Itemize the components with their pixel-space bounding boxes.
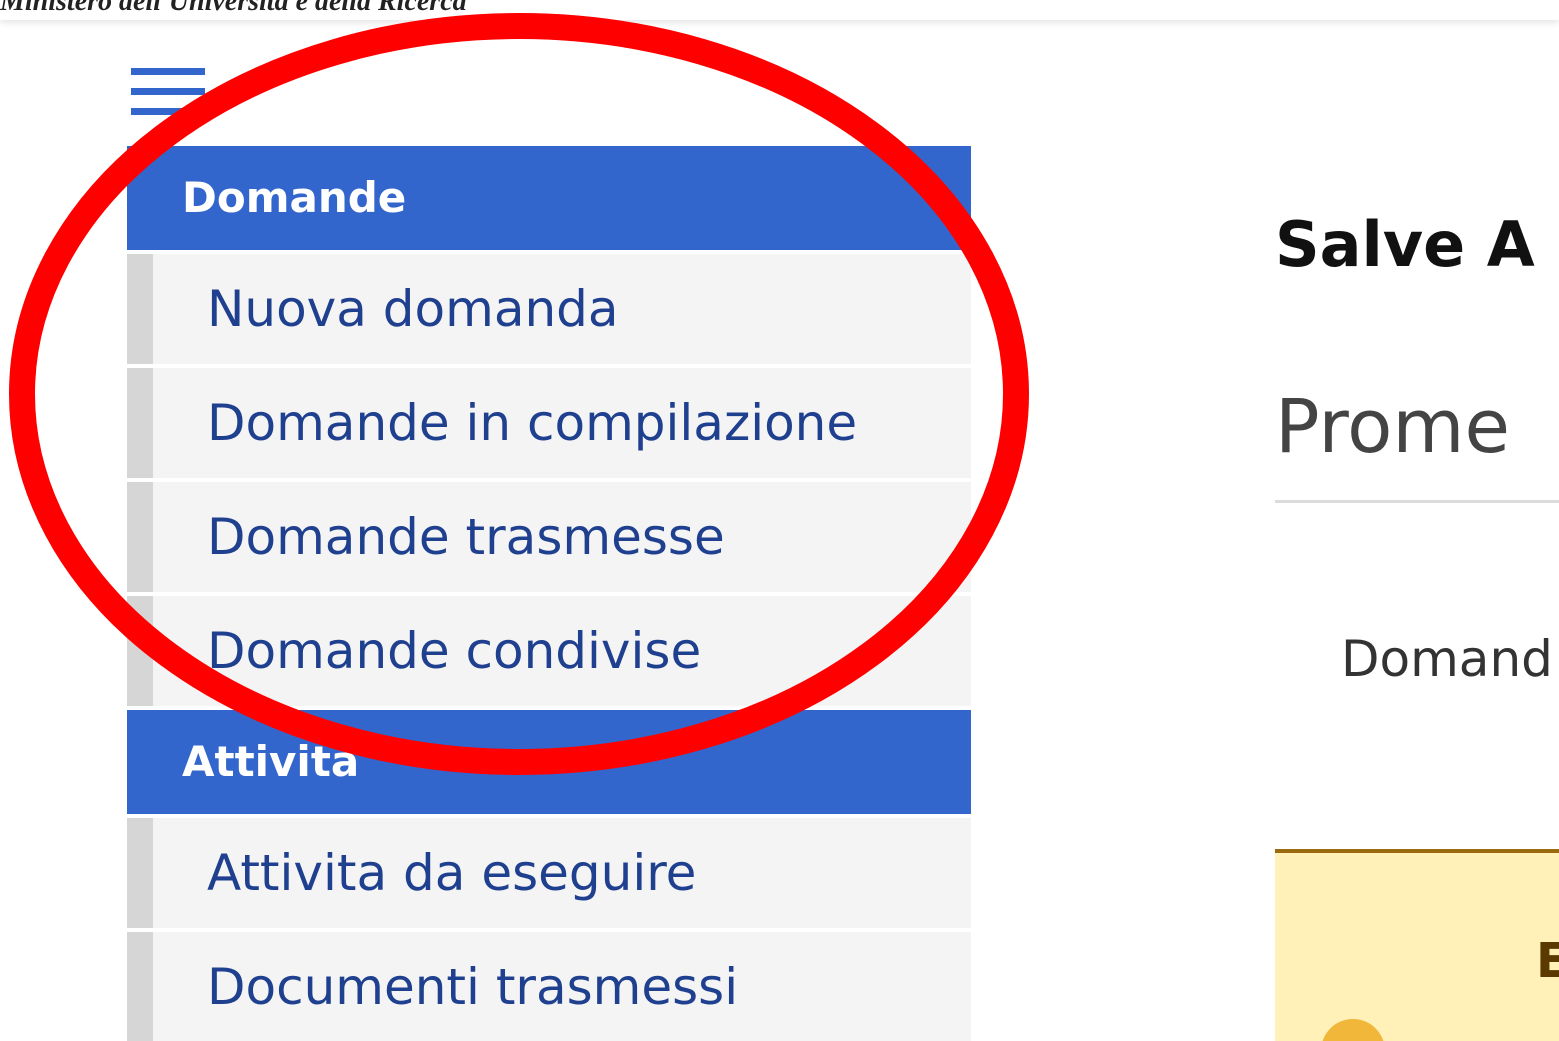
sidebar-nav: Domande Nuova domanda Domande in compila… [127,146,971,1041]
sidebar-item-domande-in-compilazione[interactable]: Domande in compilazione [127,368,971,478]
sidebar-item-nuova-domanda[interactable]: Nuova domanda [127,254,971,364]
sidebar-item-documenti-trasmessi[interactable]: Documenti trasmessi [127,932,971,1041]
section-header-attivita: Attivita [127,710,971,814]
page-subtitle: Prome [1275,384,1511,470]
main-content: Salve A Prome Domand E [1275,0,1559,1041]
sidebar-item-domande-trasmesse[interactable]: Domande trasmesse [127,482,971,592]
section-header-domande: Domande [127,146,971,250]
domande-link[interactable]: Domand [1341,630,1553,688]
divider [1275,500,1559,503]
hamburger-line [131,68,205,75]
sidebar-item-domande-condivise[interactable]: Domande condivise [127,596,971,706]
warning-icon [1321,1019,1385,1041]
page: Ministero dell'Universita e della Ricerc… [0,0,1559,1041]
hamburger-line [131,88,205,95]
hamburger-line [131,108,205,115]
ministry-name: Ministero dell'Universita e della Ricerc… [0,0,467,17]
greeting-heading: Salve A [1275,208,1535,281]
alert-title: E [1536,933,1559,989]
alert-box: E [1275,849,1559,1041]
sidebar-item-attivita-da-eseguire[interactable]: Attivita da eseguire [127,818,971,928]
hamburger-menu-icon[interactable] [131,68,205,120]
